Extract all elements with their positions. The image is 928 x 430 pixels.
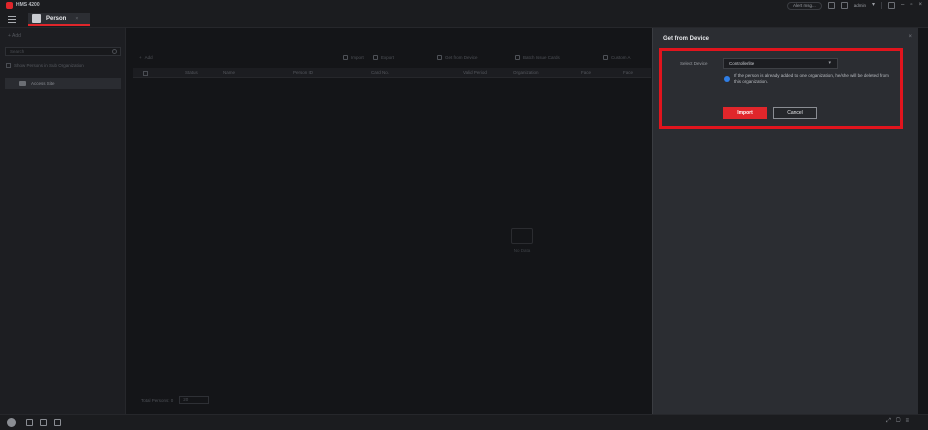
empty-state-text: No Data — [513, 248, 531, 253]
organization-panel: + Add Search Show Persons in Sub Organiz… — [0, 28, 126, 414]
checkbox-label: Show Persons in Sub Organization — [14, 63, 84, 68]
sub-organization-toggle[interactable]: Show Persons in Sub Organization — [6, 63, 84, 68]
tab-person[interactable]: Person × — [28, 13, 90, 26]
select-device-label: Select Device — [680, 61, 708, 66]
logo-icon[interactable] — [7, 418, 16, 427]
column-header[interactable]: Card No. — [371, 70, 389, 75]
dialog-title: Get from Device — [663, 36, 710, 42]
get-from-device-label: Get from Device — [445, 54, 478, 60]
custom-button[interactable]: Custom A — [603, 54, 631, 60]
import-button[interactable]: Import — [343, 54, 364, 60]
add-organization-button[interactable]: + Add — [8, 33, 21, 39]
toolbar: + Add Import Export Get from Device Batc… — [133, 52, 651, 62]
person-icon — [32, 14, 41, 23]
search-input[interactable]: Search — [5, 47, 121, 56]
checkbox-note: If the person is already added to one or… — [734, 73, 889, 84]
table-header: Status Name Person ID Card No. Valid Per… — [133, 68, 651, 78]
card-icon — [515, 54, 520, 60]
grid-icon[interactable] — [40, 419, 47, 426]
select-device-value: Controllerlite — [729, 61, 755, 66]
tab-label: Person — [46, 15, 67, 22]
batch-issue-cards-button[interactable]: Batch Issue Cards — [515, 54, 560, 60]
cancel-button[interactable]: Cancel — [773, 107, 817, 119]
app-logo-icon — [6, 2, 13, 9]
column-header[interactable]: Person ID — [293, 70, 313, 75]
tab-close-icon[interactable]: × — [75, 16, 78, 22]
tab-row: Person × — [0, 11, 928, 28]
get-from-device-button[interactable]: Get from Device — [437, 54, 478, 60]
alarm-icon[interactable] — [26, 419, 33, 426]
checkbox[interactable] — [6, 63, 11, 68]
alert-button[interactable]: Alert msg... — [786, 1, 822, 10]
app-name: HMS 4200 — [16, 2, 40, 8]
column-header[interactable]: Organization — [513, 70, 539, 75]
status-bar-controls[interactable]: ⤢▢≡ — [886, 418, 914, 425]
batch-issue-label: Batch Issue Cards — [523, 54, 560, 60]
status-bar: ⤢▢≡ — [0, 414, 928, 430]
search-icon — [112, 49, 117, 54]
org-tree-item[interactable]: Access Site — [5, 78, 121, 89]
close-icon[interactable]: × — [918, 2, 922, 9]
get-from-device-dialog: Get from Device × Select Device Controll… — [652, 28, 918, 414]
chevron-down-icon[interactable]: ▾ — [872, 2, 875, 9]
title-bar: HMS 4200 Alert msg... admin ▾ – ▫ × — [0, 0, 928, 11]
grid-icon[interactable] — [840, 2, 848, 9]
delete-from-organization-checkbox[interactable] — [724, 76, 730, 82]
add-button-label: Add — [144, 54, 153, 60]
column-header[interactable]: Face — [581, 70, 591, 75]
select-device-dropdown[interactable]: Controllerlite ▾ — [723, 58, 838, 69]
person-list-area: + Add Import Export Get from Device Batc… — [127, 28, 651, 414]
close-icon[interactable]: × — [908, 34, 912, 40]
select-all-checkbox[interactable] — [143, 71, 148, 76]
chevron-down-icon: ▾ — [828, 60, 831, 66]
column-header[interactable]: Face — [623, 70, 633, 75]
maximize-icon[interactable]: ▫ — [910, 2, 912, 9]
pagination: Total Persons: 0 20 — [141, 396, 210, 404]
user-menu[interactable]: admin — [854, 3, 866, 8]
empty-state: No Data — [502, 228, 542, 253]
import-icon — [343, 54, 348, 60]
custom-button-label: Custom A — [611, 54, 631, 60]
org-tree-item-label: Access Site — [31, 81, 55, 86]
title-bar-controls: Alert msg... admin ▾ – ▫ × — [786, 1, 922, 10]
folder-icon — [19, 81, 26, 86]
menu-icon[interactable] — [8, 16, 16, 23]
column-header[interactable]: Status — [185, 70, 198, 75]
arrow-icon[interactable] — [54, 419, 61, 426]
column-header[interactable]: Valid Period — [463, 70, 487, 75]
import-button[interactable]: Import — [723, 107, 767, 119]
divider — [881, 2, 882, 9]
column-header[interactable]: Name — [223, 70, 235, 75]
no-data-icon — [511, 228, 533, 244]
import-button-label: Import — [351, 54, 364, 60]
plus-icon: + — [139, 54, 142, 60]
total-count: Total Persons: 0 — [141, 397, 174, 403]
page-size-select[interactable]: 20 — [179, 396, 210, 404]
minimize-icon[interactable]: – — [901, 2, 904, 9]
message-icon[interactable] — [827, 2, 835, 9]
lock-icon[interactable] — [888, 2, 895, 9]
custom-icon — [603, 54, 608, 60]
export-button[interactable]: Export — [373, 54, 395, 60]
device-icon — [437, 54, 442, 60]
export-icon — [373, 54, 378, 60]
add-button[interactable]: + Add — [139, 55, 153, 60]
export-button-label: Export — [381, 54, 395, 60]
